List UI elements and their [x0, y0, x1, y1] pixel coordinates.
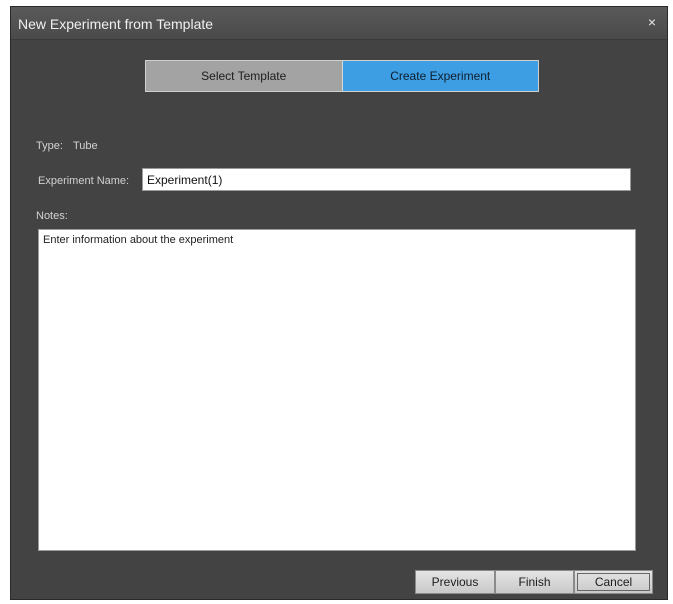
new-experiment-dialog: New Experiment from Template × Select Te… [10, 6, 668, 600]
close-icon[interactable]: × [643, 13, 661, 31]
experiment-name-label: Experiment Name: [38, 175, 130, 187]
cancel-button[interactable]: Cancel [574, 570, 653, 594]
finish-button[interactable]: Finish [495, 570, 574, 594]
previous-button[interactable]: Previous [415, 570, 495, 594]
step-create-experiment[interactable]: Create Experiment [342, 61, 538, 91]
notes-textarea[interactable]: Enter information about the experiment [38, 229, 636, 551]
notes-label: Notes: [36, 210, 68, 222]
type-label: Type: [36, 140, 63, 152]
title-bar[interactable]: New Experiment from Template × [11, 7, 667, 40]
dialog-title: New Experiment from Template [18, 16, 214, 32]
wizard-steps: Select Template Create Experiment [145, 60, 539, 92]
step-select-template[interactable]: Select Template [146, 61, 343, 91]
type-value: Tube [73, 140, 98, 152]
experiment-name-field[interactable] [142, 168, 631, 191]
